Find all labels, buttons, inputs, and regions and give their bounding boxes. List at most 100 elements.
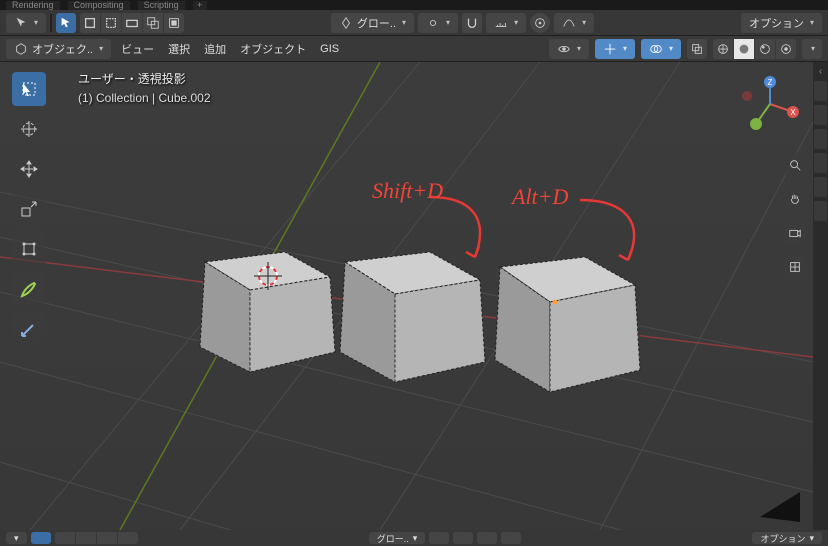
cube-middle [340, 252, 485, 382]
tool-select-box[interactable] [12, 72, 46, 106]
hand-icon [788, 192, 802, 206]
overlap-icon [146, 16, 160, 30]
xray-toggle[interactable] [687, 39, 707, 59]
footer-options-label: オプション [760, 532, 805, 545]
solid-icon [737, 42, 751, 56]
footer-mode[interactable]: ▾ [6, 532, 27, 544]
viewport-scene [0, 62, 813, 530]
menu-view[interactable]: ビュー [117, 41, 158, 57]
select-indent-button[interactable] [164, 13, 184, 33]
panel-tab-5[interactable] [814, 177, 827, 197]
tool-cursor[interactable] [12, 112, 46, 146]
cursor-icon [14, 16, 28, 30]
pivot-dropdown[interactable]: ▾ [418, 13, 458, 33]
shade-render-button[interactable] [776, 39, 796, 59]
indent-icon [167, 16, 181, 30]
options-label-1: オプション [749, 15, 804, 31]
gizmo-icon [603, 42, 617, 56]
zoom-button[interactable] [782, 152, 808, 178]
tool-scale[interactable] [12, 192, 46, 226]
scale-icon [19, 199, 39, 219]
shade-matprev-button[interactable] [755, 39, 775, 59]
footer-orientation-label: グロー.. [377, 532, 409, 545]
camera-view-button[interactable] [782, 220, 808, 246]
select-intersect-button[interactable] [143, 13, 163, 33]
annotation-arrow-2 [580, 200, 634, 260]
panel-tab-1[interactable] [814, 81, 827, 101]
shade-wire-button[interactable] [713, 39, 733, 59]
tool-transform[interactable] [12, 232, 46, 266]
footer-orientation[interactable]: グロー.. ▾ [369, 532, 426, 544]
editor-type-dropdown[interactable]: オブジェク.. ▾ [6, 39, 111, 59]
footer-seg-4[interactable] [118, 532, 138, 544]
tab-rendering[interactable]: Rendering [6, 1, 60, 10]
footer-b2[interactable] [453, 532, 473, 544]
persp-ortho-button[interactable] [782, 254, 808, 280]
tab-scripting[interactable]: Scripting [138, 1, 185, 10]
footer-seg-1[interactable] [55, 532, 75, 544]
menu-select[interactable]: 選択 [164, 41, 194, 57]
overlay-dropdown[interactable]: ▾ [641, 39, 681, 59]
arrow-icon [59, 16, 73, 30]
side-panel-tabs: ‹ [813, 62, 828, 530]
options-dropdown-1[interactable]: オプション ▾ [741, 13, 822, 33]
transform-icon [19, 239, 39, 259]
footer-b3[interactable] [477, 532, 497, 544]
footer-seg-2[interactable] [76, 532, 96, 544]
proportional-toggle[interactable] [530, 13, 550, 33]
annotation-arrow-1 [430, 197, 480, 257]
tool-move[interactable] [12, 152, 46, 186]
pan-button[interactable] [782, 186, 808, 212]
menu-object[interactable]: オブジェクト [236, 41, 310, 57]
snap-dropdown[interactable]: ▾ [486, 13, 526, 33]
tool-annotate[interactable] [12, 272, 46, 306]
collection-label: (1) Collection | Cube.002 [78, 91, 211, 105]
viewport-3d[interactable]: Shift+D Alt+D [0, 62, 813, 530]
nav-gizmo[interactable]: X Z [738, 72, 802, 136]
orientation-label: グロー.. [357, 15, 396, 31]
select-tool-button[interactable] [56, 13, 76, 33]
orientation-icon [339, 16, 353, 30]
footer-options[interactable]: オプション ▾ [752, 532, 822, 544]
shading-dropdown[interactable]: ▾ [802, 39, 822, 59]
interaction-mode-dropdown[interactable]: ▾ [6, 13, 46, 33]
select-box-button[interactable] [80, 13, 100, 33]
gizmo-dropdown[interactable]: ▾ [595, 39, 635, 59]
select-mode-segment [80, 13, 184, 33]
panel-tab-2[interactable] [814, 105, 827, 125]
tool-measure[interactable] [12, 312, 46, 346]
orientation-dropdown[interactable]: グロー.. ▾ [331, 13, 414, 33]
workspace-tabs: Rendering Compositing Scripting + [0, 0, 828, 10]
footer-b1[interactable] [429, 532, 449, 544]
camera-view-icon [788, 226, 802, 240]
visibility-dropdown[interactable]: ▾ [549, 39, 589, 59]
axis-x-label: X [790, 108, 796, 117]
viewport-controls [782, 152, 808, 280]
axis-z-label: Z [768, 78, 773, 87]
panel-tab-4[interactable] [814, 153, 827, 173]
select-lasso-button[interactable] [122, 13, 142, 33]
footer-header: ▾ グロー.. ▾ オプション ▾ [0, 530, 828, 546]
snap-toggle[interactable] [462, 13, 482, 33]
footer-select-tool[interactable] [31, 532, 51, 544]
curve-icon [562, 16, 576, 30]
tab-add[interactable]: + [193, 1, 207, 10]
annotation-alt-d: Alt+D [512, 184, 568, 210]
panel-tab-3[interactable] [814, 129, 827, 149]
panel-collapse-icon[interactable]: ‹ [819, 66, 822, 77]
panel-tab-6[interactable] [814, 201, 827, 221]
footer-b4[interactable] [501, 532, 521, 544]
footer-seg-3[interactable] [97, 532, 117, 544]
editor-mode-label: オブジェク.. [32, 41, 93, 57]
menu-add[interactable]: 追加 [200, 41, 230, 57]
select-circle-button[interactable] [101, 13, 121, 33]
measure-icon [19, 319, 39, 339]
square-icon [83, 16, 97, 30]
proportional-dropdown[interactable]: ▾ [554, 13, 594, 33]
tab-compositing[interactable]: Compositing [68, 1, 130, 10]
annotation-shift-d: Shift+D [372, 178, 443, 204]
camera-icon [760, 492, 800, 522]
tool-header: ▾ グロー.. ▾ ▾ ▾ ▾ [0, 10, 828, 36]
shade-solid-button[interactable] [734, 39, 754, 59]
menu-gis[interactable]: GIS [316, 43, 343, 55]
